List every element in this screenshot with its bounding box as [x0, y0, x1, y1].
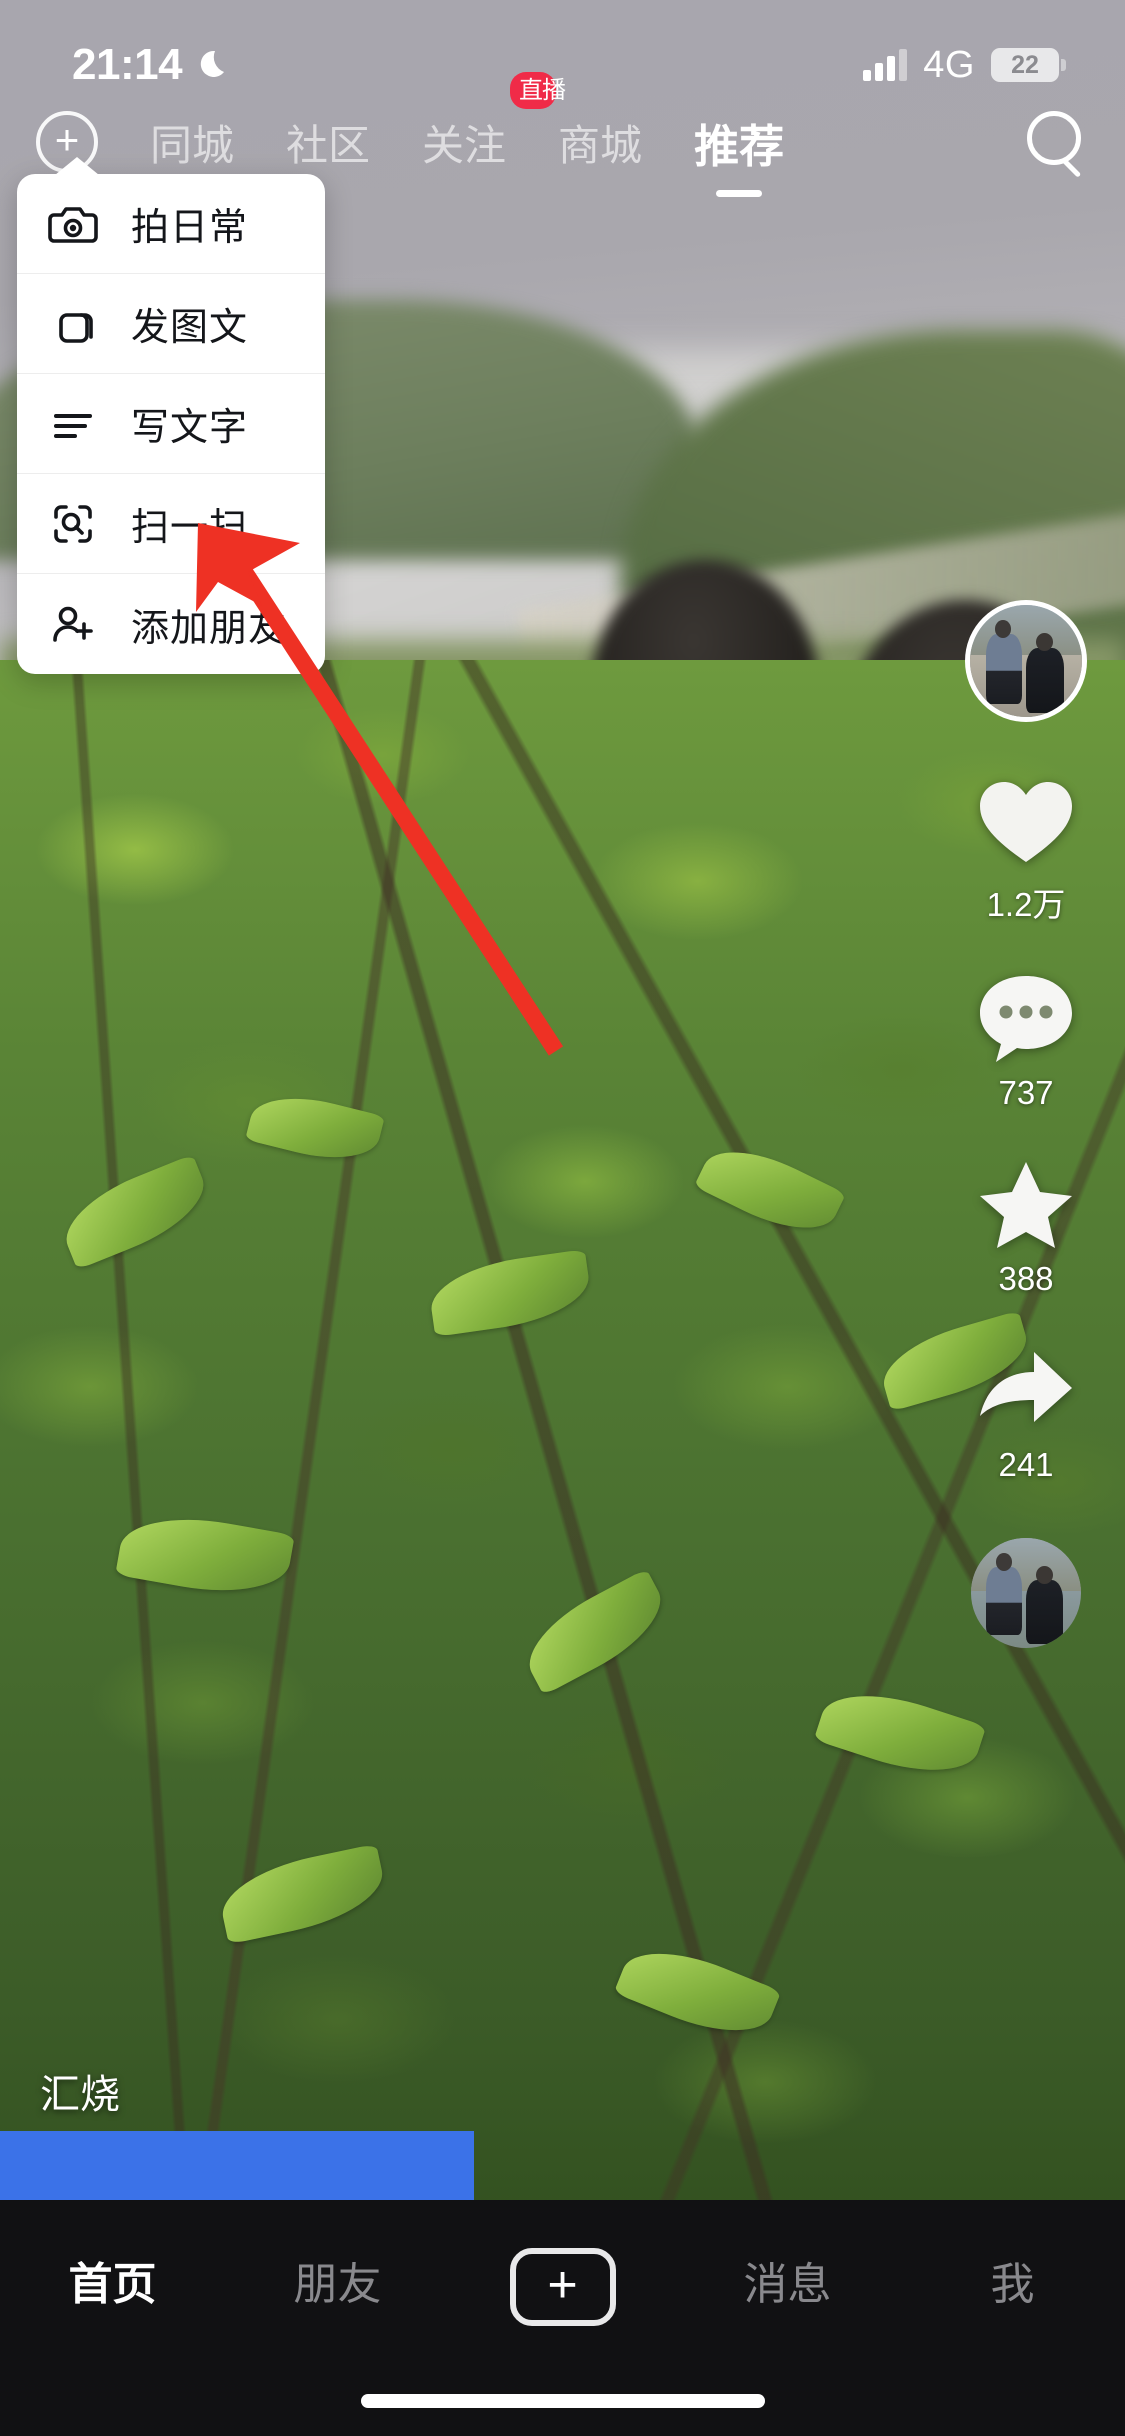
app-screen: 21:14 4G 22 + 同城 社区 关注 直播 商城 推荐 拍日常 发图文 … — [0, 0, 1125, 2436]
nav-tab-label: 商城 — [558, 121, 643, 169]
avatar-person-2 — [1026, 633, 1065, 713]
music-disc-person-2 — [1026, 1565, 1064, 1644]
tab-friends[interactable]: 朋友 — [225, 2248, 450, 2312]
tab-label: 我 — [990, 2260, 1035, 2309]
network-type: 4G — [923, 43, 975, 86]
scan-qr-icon — [47, 498, 99, 550]
action-rail: 1.2万 737 388 241 — [951, 600, 1101, 1648]
signal-bars-icon — [863, 49, 908, 81]
menu-arrow — [55, 157, 99, 175]
bottom-tab-bar: 首页 朋友 + 消息 我 — [0, 2200, 1125, 2436]
menu-item-add-friend[interactable]: 添加朋友 — [17, 574, 325, 674]
tab-profile[interactable]: 我 — [900, 2248, 1125, 2312]
menu-item-post-image-text[interactable]: 发图文 — [17, 274, 325, 374]
nav-tab-tongcheng[interactable]: 同城 — [124, 112, 260, 173]
stacked-images-icon — [47, 298, 99, 350]
battery-percent: 22 — [1011, 50, 1039, 79]
share-count: 241 — [998, 1446, 1054, 1483]
music-disc-person-1 — [986, 1552, 1022, 1635]
menu-item-label: 拍日常 — [131, 207, 249, 249]
create-menu: 拍日常 发图文 写文字 扫一扫 添加朋友 — [17, 157, 325, 674]
nav-tab-label: 同城 — [150, 121, 235, 169]
tab-label: 首页 — [68, 2260, 157, 2309]
nav-tab-tuijian[interactable]: 推荐 — [668, 110, 810, 197]
status-bar-left: 21:14 — [72, 40, 232, 90]
comment-count: 737 — [998, 1074, 1054, 1111]
nav-tab-list: 同城 社区 关注 直播 商城 推荐 — [124, 71, 1023, 197]
comment-icon — [974, 970, 1078, 1066]
nav-tab-label: 关注 — [422, 121, 507, 169]
search-icon[interactable] — [1023, 109, 1089, 175]
menu-item-scan[interactable]: 扫一扫 — [17, 474, 325, 574]
star-icon — [974, 1156, 1078, 1252]
like-button[interactable]: 1.2万 — [974, 774, 1078, 926]
status-time: 21:14 — [72, 40, 183, 89]
caption-line-1: 汇烧 — [40, 2073, 120, 2117]
author-avatar[interactable] — [965, 600, 1087, 722]
battery-icon: 22 — [991, 48, 1066, 82]
status-bar-right: 4G 22 — [863, 43, 1066, 87]
nav-tab-label: 推荐 — [694, 120, 785, 172]
like-count: 1.2万 — [986, 886, 1066, 923]
tab-label: 朋友 — [293, 2260, 382, 2309]
tab-home[interactable]: 首页 — [0, 2248, 225, 2312]
menu-item-label: 扫一扫 — [131, 507, 249, 549]
menu-item-label: 添加朋友 — [131, 607, 288, 650]
tab-create[interactable]: + — [450, 2248, 675, 2326]
text-lines-icon — [47, 398, 99, 450]
plus-square-icon[interactable]: + — [509, 2248, 616, 2326]
plus-glyph: + — [54, 116, 80, 163]
music-disc[interactable] — [971, 1538, 1081, 1648]
avatar-person-1 — [985, 620, 1022, 704]
menu-item-write-text[interactable]: 写文字 — [17, 374, 325, 474]
live-badge: 直播 — [510, 71, 566, 110]
share-icon — [974, 1342, 1078, 1438]
tab-label: 消息 — [743, 2260, 832, 2309]
nav-tab-shequ[interactable]: 社区 — [260, 112, 396, 173]
camera-icon — [47, 198, 99, 250]
tab-messages[interactable]: 消息 — [675, 2248, 900, 2312]
nav-tab-shangcheng[interactable]: 直播 商城 — [510, 71, 668, 173]
nav-tab-guanzhu[interactable]: 关注 — [396, 112, 532, 173]
plus-glyph: + — [547, 2256, 578, 2314]
favorite-button[interactable]: 388 — [974, 1156, 1078, 1298]
comment-button[interactable]: 737 — [974, 970, 1078, 1112]
heart-icon — [974, 774, 1078, 870]
share-button[interactable]: 241 — [974, 1342, 1078, 1484]
favorite-count: 388 — [998, 1260, 1054, 1297]
menu-item-label: 写文字 — [131, 407, 249, 449]
home-indicator[interactable] — [360, 2394, 765, 2408]
menu-item-label: 发图文 — [131, 307, 249, 349]
nav-tab-label: 社区 — [286, 121, 371, 169]
active-tab-underline — [716, 189, 763, 197]
menu-item-take-daily[interactable]: 拍日常 — [17, 174, 325, 274]
add-friend-icon — [47, 598, 99, 650]
moon-icon — [196, 47, 232, 83]
